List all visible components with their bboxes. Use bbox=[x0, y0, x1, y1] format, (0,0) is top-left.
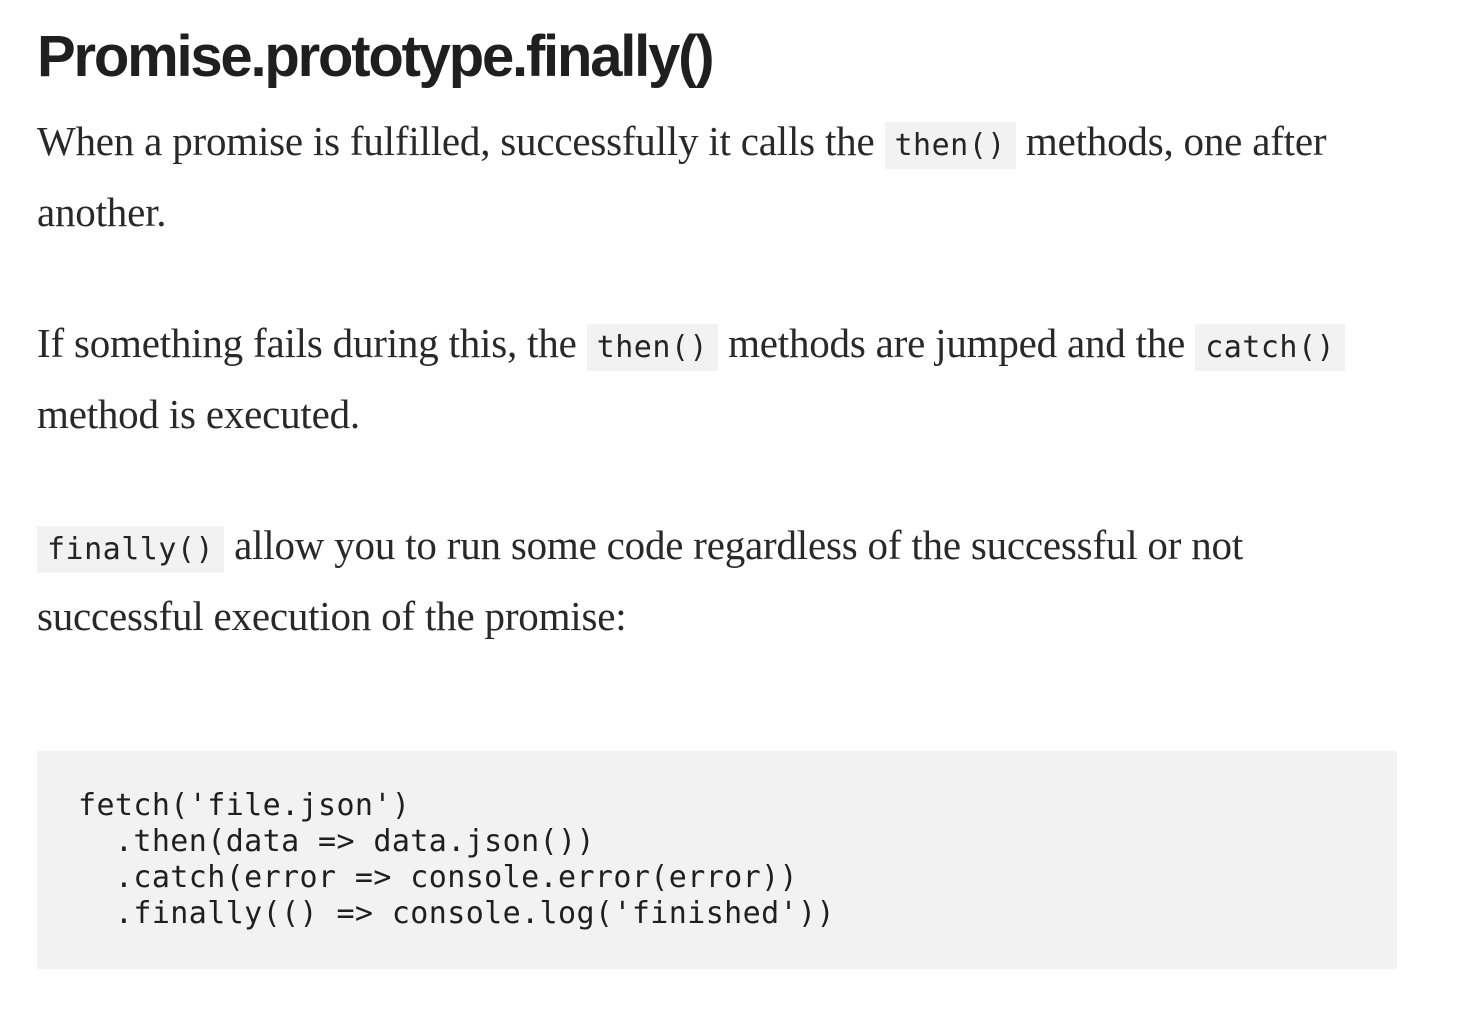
paragraph-text: If something fails during this, the bbox=[37, 320, 587, 366]
code-block: fetch('file.json') .then(data => data.js… bbox=[37, 751, 1397, 969]
paragraph-finally: finally() allow you to run some code reg… bbox=[37, 512, 1397, 649]
paragraph-then: When a promise is fulfilled, successfull… bbox=[37, 108, 1397, 245]
code-line: .catch(error => console.error(error)) bbox=[78, 860, 798, 895]
inline-code-then: then() bbox=[884, 122, 1016, 169]
paragraph-text: method is executed. bbox=[37, 391, 360, 437]
article: Promise.prototype.finally() When a promi… bbox=[37, 0, 1397, 969]
page-title: Promise.prototype.finally() bbox=[37, 24, 715, 89]
paragraph-text: methods are jumped and the bbox=[718, 320, 1196, 366]
paragraph-text: When a promise is fulfilled, successfull… bbox=[37, 118, 885, 164]
code-line: fetch('file.json') bbox=[78, 788, 411, 823]
code-line: .finally(() => console.log('finished')) bbox=[78, 896, 835, 931]
inline-code-finally: finally() bbox=[37, 526, 225, 573]
code-line: .then(data => data.json()) bbox=[78, 824, 595, 859]
paragraph-catch: If something fails during this, the then… bbox=[37, 310, 1397, 447]
inline-code-then: then() bbox=[586, 324, 719, 371]
inline-code-catch: catch() bbox=[1195, 324, 1346, 371]
